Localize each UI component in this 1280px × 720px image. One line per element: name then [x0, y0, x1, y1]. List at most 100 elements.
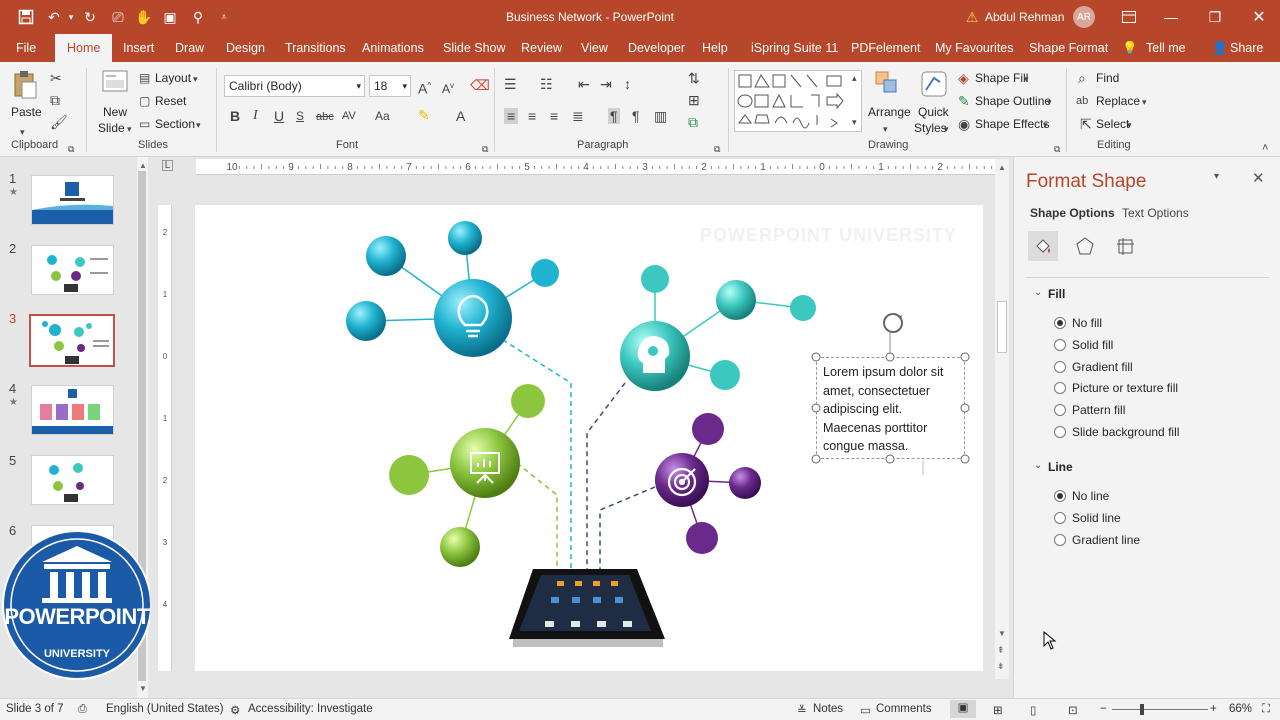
section-dropdown-icon[interactable]: ▾: [196, 117, 201, 133]
format-painter-icon[interactable]: 🖌: [50, 114, 68, 130]
horizontal-ruler[interactable]: 10 9 8 7 6 5 4 3 2 1 0 1 2: [196, 159, 999, 175]
collapse-ribbon-icon[interactable]: ˄: [1262, 140, 1268, 156]
close-window-icon[interactable]: ✕: [1248, 0, 1270, 34]
new-slide-label-1[interactable]: New: [103, 105, 127, 119]
gradient-line-option[interactable]: Gradient line: [1054, 533, 1140, 547]
shapes-scroll-up-icon[interactable]: ▴: [852, 70, 857, 86]
font-size-dropdown-icon[interactable]: ▾: [402, 76, 407, 96]
share-button[interactable]: Share: [1230, 34, 1263, 62]
highlight-icon[interactable]: ✎: [418, 107, 430, 123]
selected-textbox[interactable]: Lorem ipsum dolor sit amet, consectetuer…: [816, 357, 965, 459]
cut-icon[interactable]: ✂: [50, 70, 62, 86]
radio-selected[interactable]: [1054, 317, 1066, 329]
no-fill-option[interactable]: No fill: [1054, 316, 1102, 330]
slideshow-icon[interactable]: ▣: [160, 0, 180, 34]
find-icon[interactable]: ⌕: [1078, 70, 1086, 86]
shape-outline-button[interactable]: Shape Outline: [975, 94, 1051, 108]
strikethrough-icon[interactable]: abc: [316, 109, 334, 125]
scroll-down-icon[interactable]: ▼: [998, 629, 1006, 638]
save-icon[interactable]: [16, 0, 36, 34]
customize-qat-icon[interactable]: ⩡: [216, 0, 232, 34]
fill-collapse-icon[interactable]: ⌄: [1034, 287, 1042, 298]
tab-selector-icon[interactable]: L: [162, 160, 173, 171]
paste-dropdown-icon[interactable]: ▾: [20, 124, 25, 140]
close-pane-icon[interactable]: ✕: [1252, 169, 1265, 187]
tell-me-search[interactable]: Tell me: [1146, 34, 1186, 62]
ltr-icon[interactable]: ¶: [608, 108, 620, 124]
shape-effects-button[interactable]: Shape Effects: [975, 117, 1050, 131]
fit-slide-icon[interactable]: ⛶: [1262, 703, 1270, 716]
quick-styles-icon[interactable]: [920, 70, 948, 101]
underline-icon[interactable]: U: [274, 108, 284, 124]
picture-fill-option[interactable]: Picture or texture fill: [1054, 381, 1178, 395]
solid-fill-option[interactable]: Solid fill: [1054, 338, 1113, 352]
tab-text-options[interactable]: Text Options: [1122, 206, 1189, 220]
user-name[interactable]: Abdul Rehman: [985, 0, 1075, 34]
shape-outline-dropdown-icon[interactable]: ▾: [1047, 94, 1052, 110]
select-dropdown-icon[interactable]: ▾: [1127, 117, 1132, 133]
comments-button[interactable]: Comments: [876, 703, 932, 715]
radio-selected[interactable]: [1054, 490, 1066, 502]
previous-slide-icon[interactable]: ⇞: [997, 645, 1005, 656]
tab-view[interactable]: View: [581, 34, 608, 62]
tab-design[interactable]: Design: [226, 34, 265, 62]
rtl-icon[interactable]: ¶: [632, 108, 640, 124]
character-spacing-icon[interactable]: AV: [342, 108, 356, 124]
scroll-thumb[interactable]: [997, 301, 1007, 353]
font-launcher-icon[interactable]: ⧉: [482, 141, 488, 157]
radio[interactable]: [1054, 382, 1066, 394]
slide-thumbnail-3[interactable]: [29, 314, 115, 367]
tab-home[interactable]: Home: [55, 34, 113, 62]
radio[interactable]: [1054, 512, 1066, 524]
undo-icon[interactable]: ↶: [44, 0, 64, 34]
numbering-icon[interactable]: ☷: [540, 76, 553, 92]
radio[interactable]: [1054, 534, 1066, 546]
clipboard-launcher-icon[interactable]: ⧉: [68, 141, 74, 157]
accessibility-icon[interactable]: ⚙: [230, 703, 240, 717]
copy-icon[interactable]: ⧉: [50, 92, 60, 108]
columns-icon[interactable]: ▥: [654, 108, 667, 124]
font-name-dropdown-icon[interactable]: ▾: [356, 76, 361, 96]
decrease-font-size-icon[interactable]: Av: [442, 78, 454, 97]
section-button[interactable]: Section: [155, 117, 195, 131]
font-color-icon[interactable]: A: [456, 108, 465, 124]
paragraph-launcher-icon[interactable]: ⧉: [714, 141, 720, 157]
textbox-text[interactable]: Lorem ipsum dolor sit amet, consectetuer…: [823, 363, 963, 456]
next-slide-icon[interactable]: ⇟: [997, 661, 1005, 672]
scroll-down-icon[interactable]: ▼: [139, 684, 147, 693]
arrange-dropdown-icon[interactable]: ▾: [883, 121, 888, 137]
slide-counter[interactable]: Slide 3 of 7: [6, 703, 64, 715]
arrange-button[interactable]: Arrange: [868, 105, 911, 119]
quick-styles-dropdown-icon[interactable]: ▾: [944, 121, 949, 137]
font-name-input[interactable]: Calibri (Body) ▾: [224, 75, 365, 97]
pattern-fill-option[interactable]: Pattern fill: [1054, 403, 1125, 417]
tab-animations[interactable]: Animations: [362, 34, 424, 62]
zoom-level[interactable]: 66%: [1229, 703, 1252, 715]
shape-effects-icon[interactable]: ◉: [958, 116, 970, 132]
zoom-slider[interactable]: [1112, 709, 1208, 710]
zoom-slider-thumb[interactable]: [1140, 704, 1144, 715]
tab-file[interactable]: File: [16, 34, 36, 62]
scroll-up-icon[interactable]: ▲: [998, 163, 1006, 172]
zoom-out-icon[interactable]: −: [1100, 703, 1107, 715]
italic-icon[interactable]: I: [253, 108, 258, 124]
slideshow-view-icon[interactable]: ⊡: [1068, 703, 1078, 717]
select-button[interactable]: Select: [1096, 117, 1129, 131]
drawing-launcher-icon[interactable]: ⧉: [1054, 141, 1060, 157]
quick-styles-label-1[interactable]: Quick: [918, 105, 949, 119]
replace-icon[interactable]: ab: [1076, 93, 1088, 109]
increase-indent-icon[interactable]: ⇥: [600, 76, 612, 92]
line-spacing-icon[interactable]: ↕: [624, 76, 631, 92]
pane-options-dropdown-icon[interactable]: ▾: [1214, 171, 1219, 182]
restore-icon[interactable]: ❐: [1204, 0, 1226, 34]
print-preview-icon[interactable]: ⚲: [188, 0, 208, 34]
replace-button[interactable]: Replace: [1096, 94, 1140, 108]
layout-icon[interactable]: ▤: [139, 70, 150, 86]
shape-fill-icon[interactable]: ◈: [958, 70, 969, 86]
new-slide-icon[interactable]: [102, 70, 128, 94]
line-collapse-icon[interactable]: ⌄: [1034, 460, 1042, 471]
tab-pdfelement[interactable]: PDFelement: [851, 34, 920, 62]
normal-view-icon[interactable]: ▣: [950, 700, 976, 718]
shapes-more-icon[interactable]: ▾: [852, 114, 857, 130]
tab-help[interactable]: Help: [702, 34, 728, 62]
